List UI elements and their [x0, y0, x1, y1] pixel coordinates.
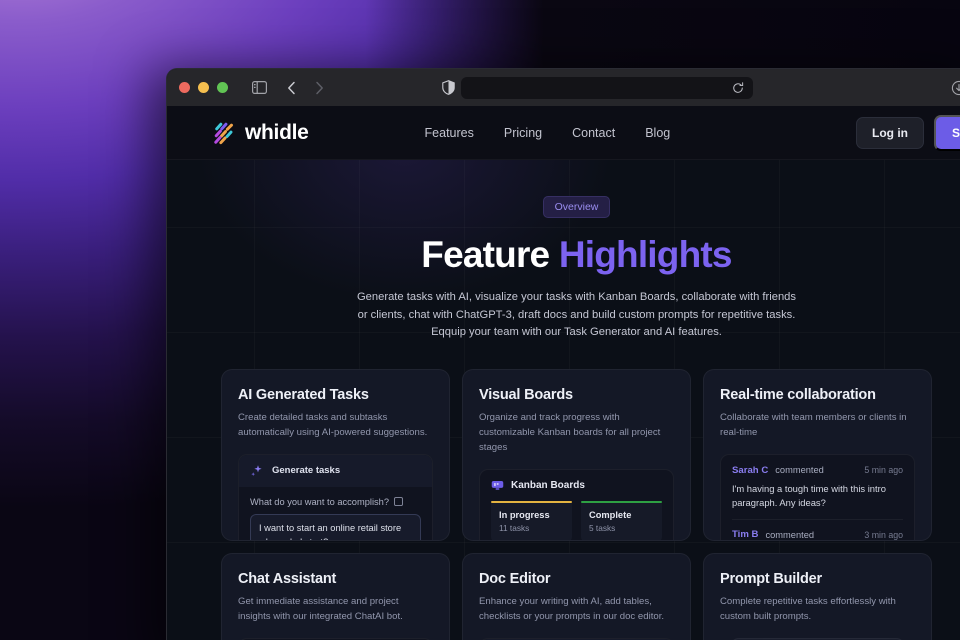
site-navbar: whidle Features Pricing Contact Blog Log…	[167, 106, 960, 160]
address-bar-container[interactable]	[461, 76, 753, 99]
prompt-question: What do you want to accomplish?	[250, 496, 390, 507]
generate-tasks-label: Generate tasks	[272, 465, 341, 477]
card-ai-generated-tasks[interactable]: AI Generated Tasks Create detailed tasks…	[221, 369, 450, 542]
column-name: Complete	[589, 510, 632, 521]
forward-arrow-icon[interactable]	[306, 75, 332, 101]
comment-item[interactable]: Tim B commented 3 min ago	[732, 519, 903, 540]
copy-icon[interactable]	[394, 497, 403, 507]
card-title: Doc Editor	[479, 571, 551, 588]
comments-widget: Sarah C commented 5 min ago I'm having a…	[720, 453, 915, 541]
window-controls[interactable]	[179, 82, 228, 93]
generate-tasks-widget: Generate tasks What do you want to accom…	[238, 453, 433, 541]
download-icon[interactable]	[946, 75, 960, 101]
comment-item[interactable]: Sarah C commented 5 min ago I'm having a…	[732, 465, 903, 519]
address-bar[interactable]	[461, 76, 753, 99]
nav-link-pricing[interactable]: Pricing	[504, 126, 542, 140]
card-title: Chat Assistant	[238, 571, 337, 588]
signup-button[interactable]: Sign up	[934, 114, 960, 151]
comment-author[interactable]: Sarah C	[732, 465, 768, 476]
card-real-time-collaboration[interactable]: Real-time collaboration Collaborate with…	[703, 369, 932, 542]
nav-links: Features Pricing Contact Blog	[425, 126, 671, 140]
card-chat-assistant[interactable]: Chat Assistant Get immediate assistance …	[221, 553, 450, 640]
overview-badge: Overview	[542, 196, 611, 218]
logo-text: whidle	[245, 120, 309, 144]
comment-header: Tim B commented 3 min ago	[732, 529, 903, 540]
card-title: AI Generated Tasks	[238, 387, 369, 404]
card-description: Create detailed tasks and subtasks autom…	[238, 412, 428, 438]
comment-timestamp: 5 min ago	[864, 465, 903, 476]
privacy-shield-icon[interactable]	[435, 75, 461, 101]
nav-link-blog[interactable]: Blog	[645, 126, 670, 140]
card-description: Organize and track progress with customi…	[479, 412, 661, 453]
page-title-accent: Highlights	[558, 234, 733, 275]
generate-tasks-body: What do you want to accomplish? I want t…	[239, 487, 432, 541]
kanban-board-icon	[491, 480, 504, 490]
close-window-button[interactable]	[179, 82, 190, 93]
page-title: Feature Highlights	[167, 234, 960, 276]
card-description: Collaborate with team members or clients…	[720, 412, 907, 438]
prompt-input[interactable]: I want to start an online retail store w…	[250, 513, 421, 541]
nav-link-features[interactable]: Features	[425, 126, 474, 140]
comment-body: I'm having a tough time with this intro …	[732, 482, 886, 508]
nav-actions: Log in Sign up	[856, 114, 960, 151]
browser-titlebar	[167, 69, 960, 106]
card-description: Complete repetitive tasks effortlessly w…	[720, 596, 896, 622]
kanban-column-complete[interactable]: Complete 5 tasks	[581, 500, 662, 541]
feature-cards-grid: AI Generated Tasks Create detailed tasks…	[167, 369, 960, 640]
kanban-column-in-progress[interactable]: In progress 11 tasks	[491, 500, 572, 541]
nav-link-contact[interactable]: Contact	[572, 126, 615, 140]
kanban-columns: In progress 11 tasks Complete 5 tasks	[480, 500, 673, 541]
page-viewport: whidle Features Pricing Contact Blog Log…	[167, 106, 960, 640]
comment-header: Sarah C commented 5 min ago	[732, 465, 903, 476]
card-title: Visual Boards	[479, 387, 573, 404]
navigation-arrows[interactable]	[278, 75, 332, 101]
comment-author[interactable]: Tim B	[732, 529, 758, 540]
column-task-count: 5 tasks	[589, 523, 616, 534]
card-title: Real-time collaboration	[720, 387, 876, 404]
maximize-window-button[interactable]	[217, 82, 228, 93]
card-prompt-builder[interactable]: Prompt Builder Complete repetitive tasks…	[703, 553, 932, 640]
card-description: Enhance your writing with AI, add tables…	[479, 596, 665, 622]
kanban-header: Kanban Boards	[480, 470, 673, 501]
sparkle-icon	[251, 464, 262, 476]
hero-subtitle: Generate tasks with AI, visualize your t…	[356, 291, 797, 339]
comment-action: commented	[765, 529, 815, 540]
kanban-widget: Kanban Boards In progress 11 tasks Compl…	[479, 468, 674, 541]
browser-window: whidle Features Pricing Contact Blog Log…	[166, 68, 960, 640]
column-name: In progress	[499, 510, 550, 521]
generate-tasks-header: Generate tasks	[239, 454, 432, 487]
login-button[interactable]: Log in	[856, 116, 924, 149]
logo[interactable]: whidle	[213, 121, 309, 145]
card-doc-editor[interactable]: Doc Editor Enhance your writing with AI,…	[462, 553, 691, 640]
comment-timestamp: 3 min ago	[864, 529, 903, 540]
kanban-label: Kanban Boards	[511, 479, 585, 491]
page-title-plain: Feature	[421, 234, 559, 275]
comment-action: commented	[775, 465, 824, 476]
minimize-window-button[interactable]	[198, 82, 209, 93]
card-visual-boards[interactable]: Visual Boards Organize and track progres…	[462, 369, 691, 542]
whidle-logo-icon	[214, 122, 233, 144]
reload-icon[interactable]	[731, 81, 745, 95]
hero-section: Overview Feature Highlights Generate tas…	[167, 160, 960, 342]
prompt-question-row: What do you want to accomplish?	[250, 497, 421, 507]
sidebar-icon[interactable]	[246, 75, 272, 101]
column-task-count: 11 tasks	[499, 523, 530, 534]
card-description: Get immediate assistance and project ins…	[238, 596, 403, 622]
card-title: Prompt Builder	[720, 571, 822, 588]
back-arrow-icon[interactable]	[278, 75, 304, 101]
